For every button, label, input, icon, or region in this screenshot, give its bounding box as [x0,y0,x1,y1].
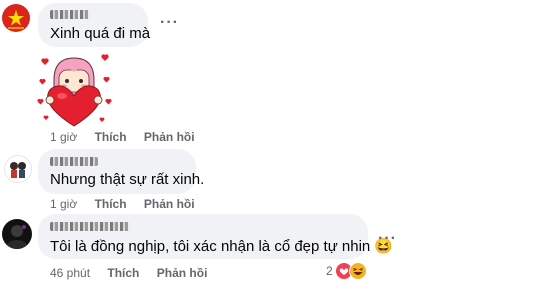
timestamp[interactable]: 1 giờ [50,197,77,211]
heart-girl-sticker [34,52,114,128]
comment-text: Nhưng thật sự rất xinh. [50,171,205,188]
more-options-icon[interactable]: ··· [378,230,397,248]
comment-text: Xinh quá đi mà [50,25,151,42]
like-button[interactable]: Thích [95,130,127,144]
timestamp[interactable]: 1 giờ [50,130,77,144]
reaction-count: 2 [326,264,333,278]
flag-star-icon [8,10,24,29]
comment-text: Tôi là đồng nghịp, tôi xác nhận là cổ đẹ… [50,238,394,255]
comment-author-name[interactable] [50,157,98,166]
reply-button[interactable]: Phản hồi [157,266,208,280]
reply-button[interactable]: Phản hồi [144,130,195,144]
haha-reaction-icon [348,262,367,280]
avatar[interactable] [2,4,30,32]
like-button[interactable]: Thích [95,197,127,211]
more-options-icon[interactable]: ··· [160,14,179,32]
comment-author-name[interactable] [50,10,90,19]
avatar[interactable] [4,155,32,183]
couple-cartoon-icon [10,162,26,178]
dark-portrait-icon [7,225,27,249]
comment-author-name[interactable] [50,222,130,231]
reply-button[interactable]: Phản hồi [144,197,195,211]
timestamp[interactable]: 46 phút [50,266,90,280]
comment-actions: 1 giờ Thích Phản hồi [50,130,209,144]
reactions-summary[interactable]: 2 [326,262,367,280]
comment-actions: 46 phút Thích Phản hồi [50,266,221,280]
like-button[interactable]: Thích [107,266,139,280]
comment-actions: 1 giờ Thích Phản hồi [50,197,209,211]
avatar[interactable] [2,219,32,249]
